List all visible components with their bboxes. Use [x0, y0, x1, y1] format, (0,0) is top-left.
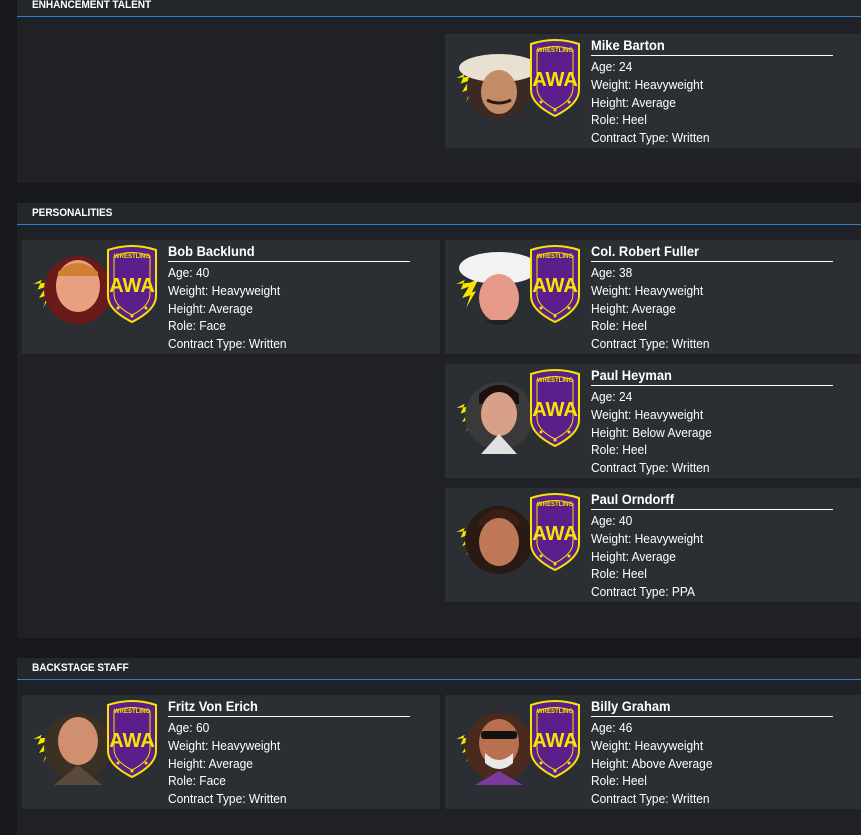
awa-logo-icon — [525, 244, 585, 324]
section-header-backstage-staff: Backstage Staff — [17, 658, 861, 680]
worker-height: Height: Average — [591, 548, 676, 564]
worker-role: Role: Heel — [591, 773, 647, 789]
worker-contract: Contract Type: Written — [591, 791, 710, 807]
worker-weight: Weight: Heavyweight — [591, 76, 704, 92]
worker-role: Role: Heel — [591, 318, 647, 334]
worker-height: Height: Above Average — [591, 755, 713, 771]
worker-name: Paul Heyman — [591, 367, 833, 386]
worker-weight: Weight: Heavyweight — [591, 406, 704, 422]
worker-age: Age: 40 — [591, 513, 633, 528]
worker-age: Age: 46 — [591, 720, 633, 735]
worker-weight: Weight: Heavyweight — [591, 282, 704, 298]
worker-age: Age: 40 — [168, 265, 210, 280]
worker-role: Role: Heel — [591, 112, 647, 128]
worker-age: Age: 38 — [591, 265, 633, 280]
worker-height: Height: Average — [591, 94, 676, 110]
awa-logo-icon — [525, 699, 585, 779]
worker-weight: Weight: Heavyweight — [168, 282, 281, 298]
section-header-enhancement-talent: Enhancement Talent — [17, 0, 861, 17]
worker-weight: Weight: Heavyweight — [168, 737, 281, 753]
worker-role: Role: Face — [168, 318, 226, 334]
worker-role: Role: Face — [168, 773, 226, 789]
worker-height: Height: Average — [591, 300, 676, 316]
worker-card-billy-graham[interactable]: Billy Graham Age: 46 Weight: Heavyweight… — [445, 695, 861, 809]
worker-role: Role: Heel — [591, 442, 647, 458]
awa-logo-icon — [525, 368, 585, 448]
worker-card-robert-fuller[interactable]: Col. Robert Fuller Age: 38 Weight: Heavy… — [445, 240, 861, 354]
worker-name: Fritz Von Erich — [168, 698, 410, 717]
worker-name: Col. Robert Fuller — [591, 243, 833, 262]
worker-age: Age: 24 — [591, 59, 633, 74]
worker-age: Age: 24 — [591, 389, 633, 404]
worker-card-bob-backlund[interactable]: Bob Backlund Age: 40 Weight: Heavyweight… — [22, 240, 440, 354]
worker-age: Age: 60 — [168, 720, 210, 735]
worker-contract: Contract Type: PPA — [591, 584, 695, 600]
worker-contract: Contract Type: Written — [591, 460, 710, 476]
worker-height: Height: Below Average — [591, 424, 712, 440]
worker-role: Role: Heel — [591, 566, 647, 582]
section-header-personalities: Personalities — [17, 203, 861, 225]
awa-logo-icon — [102, 244, 162, 324]
worker-card-paul-heyman[interactable]: Paul Heyman Age: 24 Weight: Heavyweight … — [445, 364, 861, 478]
awa-logo-icon — [525, 38, 585, 118]
worker-contract: Contract Type: Written — [591, 336, 710, 352]
section-title: Personalities — [32, 207, 113, 219]
section-title: Enhancement Talent — [32, 0, 152, 11]
worker-card-mike-barton[interactable]: Mike Barton Age: 24 Weight: Heavyweight … — [445, 34, 861, 148]
worker-name: Billy Graham — [591, 698, 833, 717]
worker-card-paul-orndorff[interactable]: Paul Orndorff Age: 40 Weight: Heavyweigh… — [445, 488, 861, 602]
worker-name: Bob Backlund — [168, 243, 410, 262]
worker-name: Paul Orndorff — [591, 491, 833, 510]
worker-weight: Weight: Heavyweight — [591, 530, 704, 546]
worker-card-fritz-von-erich[interactable]: Fritz Von Erich Age: 60 Weight: Heavywei… — [22, 695, 440, 809]
worker-height: Height: Average — [168, 300, 253, 316]
worker-name: Mike Barton — [591, 37, 833, 56]
worker-contract: Contract Type: Written — [591, 130, 710, 146]
section-title: Backstage Staff — [32, 662, 129, 674]
worker-contract: Contract Type: Written — [168, 336, 287, 352]
worker-height: Height: Average — [168, 755, 253, 771]
worker-contract: Contract Type: Written — [168, 791, 287, 807]
worker-weight: Weight: Heavyweight — [591, 737, 704, 753]
awa-logo-icon — [525, 492, 585, 572]
awa-logo-icon — [102, 699, 162, 779]
